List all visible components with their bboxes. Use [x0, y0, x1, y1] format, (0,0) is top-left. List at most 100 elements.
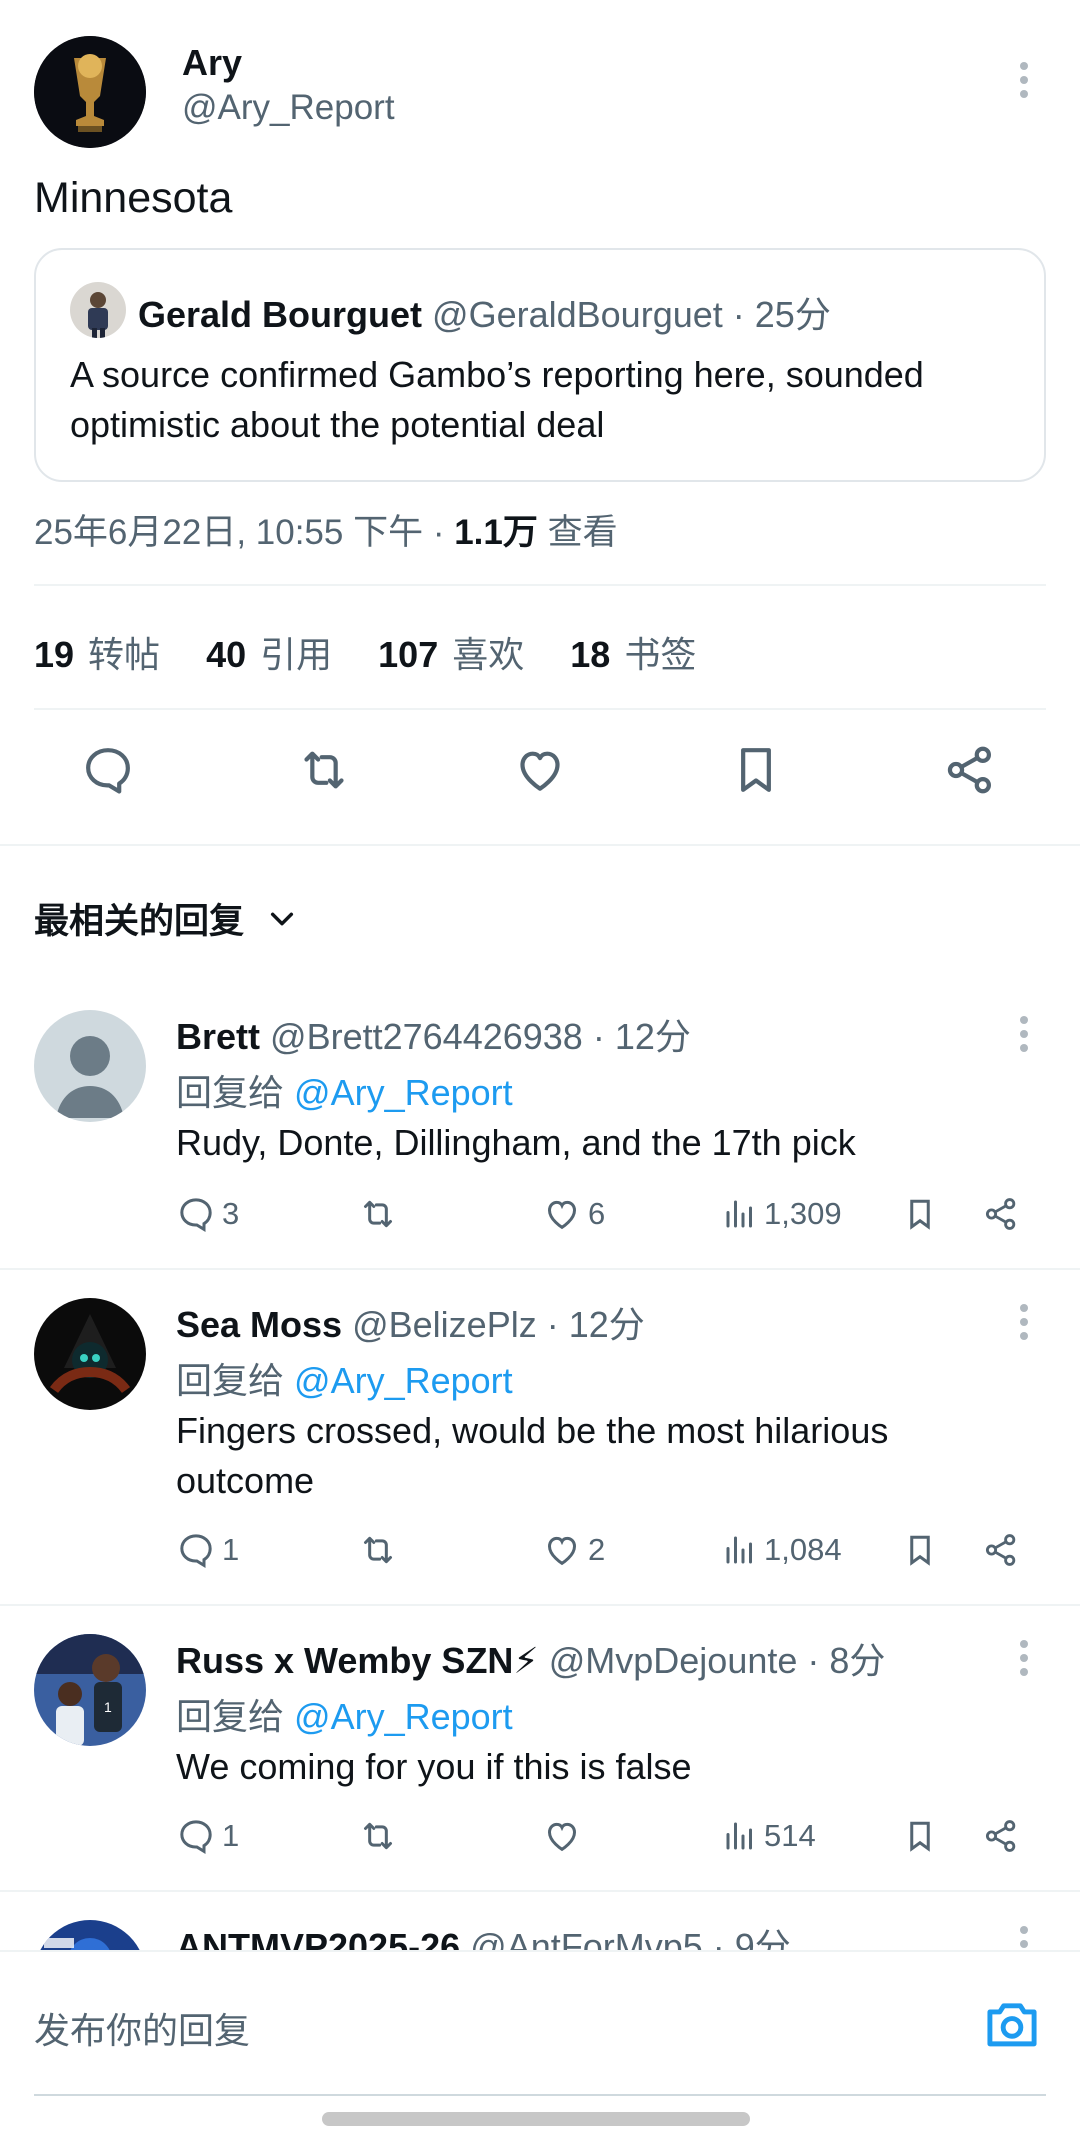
chevron-down-icon: [266, 903, 298, 935]
quoted-post[interactable]: Gerald Bourguet @GeraldBourguet · 25分 A …: [34, 248, 1046, 482]
post-datetime: 25年6月22日, 10:55 下午: [34, 513, 424, 552]
reply-bookmark-button[interactable]: [902, 1816, 938, 1856]
reply-prefix: 回复给: [176, 1072, 285, 1113]
retweet-label[interactable]: 转帖: [88, 634, 160, 675]
reply-time: 8分: [829, 1640, 886, 1681]
reply-text: Rudy, Donte, Dillingham, and the 17th pi…: [176, 1122, 856, 1163]
like-label[interactable]: 喜欢: [452, 634, 524, 675]
reply-comment-button[interactable]: 1: [176, 1816, 239, 1856]
more-vertical-icon[interactable]: [1010, 1638, 1038, 1683]
svg-text:1: 1: [104, 1699, 112, 1715]
reply-author-handle[interactable]: @Brett2764426938: [270, 1016, 583, 1057]
reply-author-name[interactable]: Brett: [176, 1016, 260, 1057]
reply-text: Fingers crossed, would be the most hilar…: [176, 1410, 889, 1501]
bookmark-icon: [910, 1821, 930, 1852]
quote-count[interactable]: 40: [206, 634, 246, 675]
reply-icon: [180, 1198, 212, 1232]
retweet-icon: [364, 1822, 392, 1850]
reply-comment-button[interactable]: 1: [176, 1530, 239, 1570]
bookmark-icon: [910, 1535, 930, 1566]
reply-share-button[interactable]: [982, 1530, 1020, 1570]
divider: [0, 1604, 1080, 1606]
share-button[interactable]: [942, 742, 998, 803]
quote-avatar: [70, 282, 126, 338]
reply-like-button[interactable]: 6: [542, 1194, 605, 1234]
engagement-stats: 19 转帖 40 引用 107 喜欢 18 书签: [34, 626, 732, 678]
author-name[interactable]: Ary: [182, 42, 242, 84]
views-icon: [726, 1536, 752, 1564]
quote-text: A source confirmed Gambo’s reporting her…: [70, 354, 924, 445]
sort-replies-button[interactable]: 最相关的回复: [34, 893, 298, 944]
quote-author-name: Gerald Bourguet: [138, 294, 423, 335]
reply-icon: [180, 1534, 212, 1568]
reply-metrics: 1 514: [176, 1816, 1036, 1866]
reply-like-button[interactable]: [542, 1816, 588, 1856]
author-handle[interactable]: @Ary_Report: [182, 88, 395, 128]
reply-button[interactable]: [80, 742, 136, 803]
divider: [0, 844, 1080, 846]
post-text: Minnesota: [34, 174, 233, 222]
views-icon: [726, 1822, 752, 1850]
reply-retweet-button[interactable]: [356, 1816, 400, 1856]
more-vertical-icon[interactable]: [1010, 1302, 1038, 1347]
reply-views-button[interactable]: 1,309: [722, 1194, 842, 1234]
share-icon: [985, 1198, 1016, 1230]
reply-author-handle[interactable]: @BelizePlz: [352, 1304, 537, 1345]
reply-metrics: 3 6 1,309: [176, 1194, 1036, 1244]
quote-time: 25分: [754, 294, 831, 335]
divider: [34, 584, 1046, 586]
reply-author-name[interactable]: Russ x Wemby SZN⚡: [176, 1640, 539, 1681]
quote-author-handle: @GeraldBourguet: [432, 294, 723, 335]
views-icon: [726, 1200, 752, 1228]
retweet-button[interactable]: [294, 742, 354, 803]
reply-bookmark-button[interactable]: [902, 1530, 938, 1570]
avatar[interactable]: [34, 1010, 146, 1122]
views-label: 查看: [547, 513, 618, 552]
reply-share-button[interactable]: [982, 1194, 1020, 1234]
like-button[interactable]: [512, 742, 568, 803]
reply-bookmark-button[interactable]: [902, 1194, 938, 1234]
camera-icon[interactable]: [982, 1996, 1042, 2055]
reply-retweet-button[interactable]: [356, 1530, 400, 1570]
reply-views-button[interactable]: 514: [722, 1816, 816, 1856]
like-count: 2: [588, 1532, 606, 1567]
share-icon: [985, 1534, 1016, 1566]
author-avatar[interactable]: [34, 36, 146, 148]
reply-comment-button[interactable]: 3: [176, 1194, 239, 1234]
bookmark-label[interactable]: 书签: [624, 634, 696, 675]
reply-share-button[interactable]: [982, 1816, 1020, 1856]
reply-retweet-button[interactable]: [356, 1194, 400, 1234]
composer-underline: [34, 2094, 1046, 2096]
reply-mention-link[interactable]: @Ary_Report: [294, 1072, 513, 1113]
reply-author-handle[interactable]: @MvpDejounte: [549, 1640, 798, 1681]
retweet-icon: [364, 1536, 392, 1564]
like-icon: [547, 1200, 577, 1230]
like-count[interactable]: 107: [378, 634, 438, 675]
reply-prefix: 回复给: [176, 1696, 285, 1737]
like-icon: [547, 1822, 577, 1852]
divider: [0, 1890, 1080, 1892]
retweet-count[interactable]: 19: [34, 634, 74, 675]
reply-composer: 发布你的回复: [0, 1950, 1080, 2139]
reply-mention-link[interactable]: @Ary_Report: [294, 1360, 513, 1401]
avatar[interactable]: [34, 1298, 146, 1410]
quote-label[interactable]: 引用: [260, 634, 332, 675]
more-vertical-icon[interactable]: [1010, 60, 1038, 100]
reply-mention-link[interactable]: @Ary_Report: [294, 1696, 513, 1737]
comment-count: 1: [222, 1818, 240, 1853]
reply-like-button[interactable]: 2: [542, 1530, 605, 1570]
divider: [0, 1268, 1080, 1270]
avatar[interactable]: 1: [34, 1634, 146, 1746]
reply-time: 12分: [568, 1304, 645, 1345]
more-vertical-icon[interactable]: [1010, 1014, 1038, 1059]
reply-input[interactable]: 发布你的回复: [34, 2002, 250, 2054]
share-icon: [947, 746, 991, 794]
like-icon: [520, 751, 560, 791]
bookmark-count[interactable]: 18: [570, 634, 610, 675]
retweet-icon: [304, 751, 344, 789]
reply-views-button[interactable]: 1,084: [722, 1530, 842, 1570]
home-indicator[interactable]: [322, 2112, 750, 2126]
reply-icon: [180, 1820, 212, 1854]
reply-author-name[interactable]: Sea Moss: [176, 1304, 342, 1345]
bookmark-button[interactable]: [728, 742, 784, 803]
